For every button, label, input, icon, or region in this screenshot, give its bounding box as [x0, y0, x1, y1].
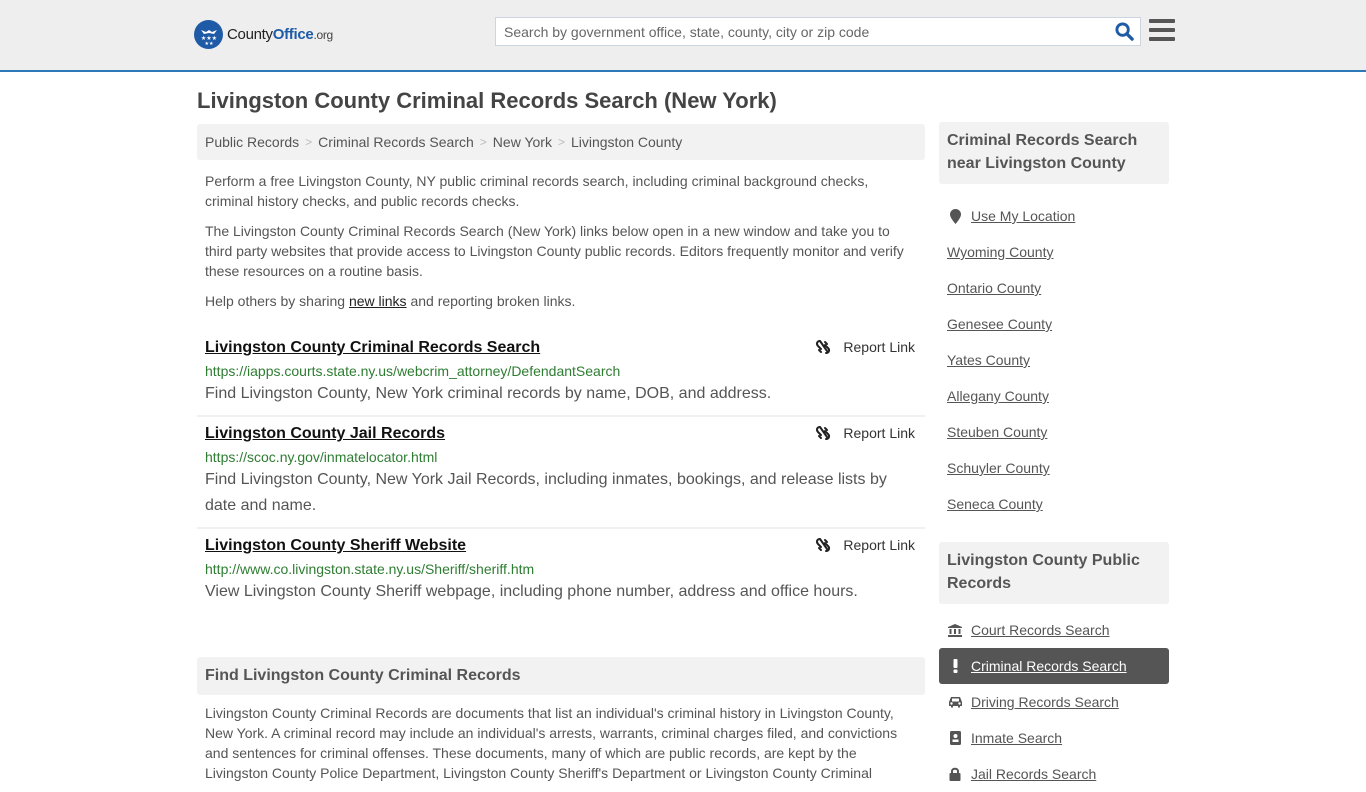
eagle-stars-icon: ★★★ ★★ — [194, 20, 223, 49]
nearby-county-item: Steuben County — [939, 414, 1169, 450]
sidebar-item-driving-records[interactable]: Driving Records Search — [939, 684, 1169, 720]
sidebar: Criminal Records Search near Livingston … — [939, 122, 1169, 792]
find-records-body: Livingston County Criminal Records are d… — [205, 705, 898, 781]
search-button[interactable] — [1108, 18, 1140, 45]
sidebar-item-jail-records[interactable]: Jail Records Search — [939, 756, 1169, 792]
county-link[interactable]: Schuyler County — [947, 460, 1050, 476]
site-logo[interactable]: ★★★ ★★ CountyOffice.org — [194, 20, 333, 49]
county-link[interactable]: Ontario County — [947, 280, 1041, 296]
page-title: Livingston County Criminal Records Searc… — [197, 88, 777, 113]
car-icon — [947, 696, 963, 708]
menu-bar — [1149, 19, 1175, 23]
nearby-heading: Criminal Records Search near Livingston … — [939, 122, 1169, 184]
intro-section: Perform a free Livingston County, NY pub… — [197, 171, 925, 311]
breadcrumb-livingston-county[interactable]: Livingston County — [571, 134, 682, 150]
map-marker-icon — [947, 208, 963, 224]
id-badge-icon — [947, 731, 963, 745]
nearby-county-list: Use My Location Wyoming County Ontario C… — [939, 198, 1169, 522]
resource-link-description: Find Livingston County, New York Jail Re… — [205, 471, 887, 514]
report-link-button[interactable]: Report Link — [815, 339, 915, 355]
sidebar-link[interactable]: Criminal Records Search — [971, 658, 1127, 674]
search-bar — [495, 17, 1141, 46]
menu-bar — [1149, 28, 1175, 32]
find-records-heading: Find Livingston County Criminal Records — [197, 657, 925, 695]
use-my-location-item: Use My Location — [939, 198, 1169, 234]
breadcrumb: Public Records > Criminal Records Search… — [197, 124, 925, 160]
nearby-county-item: Schuyler County — [939, 450, 1169, 486]
nearby-county-item: Ontario County — [939, 270, 1169, 306]
svg-text:★★: ★★ — [204, 41, 213, 46]
breadcrumb-new-york[interactable]: New York — [493, 134, 552, 150]
list-item: Livingston County Jail Records https://s… — [197, 417, 925, 529]
list-item: Livingston County Criminal Records Searc… — [197, 331, 925, 417]
resource-link-description: View Livingston County Sheriff webpage, … — [205, 583, 858, 600]
resource-link-title[interactable]: Livingston County Criminal Records Searc… — [205, 337, 540, 359]
new-links-link[interactable]: new links — [349, 293, 407, 309]
sidebar-item-court-records[interactable]: Court Records Search — [939, 612, 1169, 648]
nearby-county-item: Seneca County — [939, 486, 1169, 522]
bank-icon — [947, 623, 963, 637]
sidebar-link[interactable]: Court Records Search — [971, 622, 1110, 638]
county-link[interactable]: Genesee County — [947, 316, 1052, 332]
resource-link-title[interactable]: Livingston County Jail Records — [205, 423, 445, 445]
sidebar-link[interactable]: Inmate Search — [971, 730, 1062, 746]
public-records-list: Court Records Search Criminal Records Se… — [939, 612, 1169, 792]
public-records-heading: Livingston County Public Records — [939, 542, 1169, 604]
lock-icon — [947, 767, 963, 781]
county-link[interactable]: Seneca County — [947, 496, 1043, 512]
breadcrumb-criminal-records-search[interactable]: Criminal Records Search — [318, 134, 474, 150]
public-records-section: Livingston County Public Records Court R… — [939, 542, 1169, 792]
resource-link-description: Find Livingston County, New York crimina… — [205, 385, 772, 402]
report-link-button[interactable]: Report Link — [815, 537, 915, 553]
sidebar-item-inmate-search[interactable]: Inmate Search — [939, 720, 1169, 756]
list-item: Livingston County Sheriff Website http:/… — [197, 529, 925, 613]
main-content: Public Records > Criminal Records Search… — [197, 124, 925, 783]
broken-link-icon — [816, 426, 831, 440]
breadcrumb-separator: > — [479, 135, 487, 149]
use-my-location-link[interactable]: Use My Location — [971, 208, 1075, 224]
sidebar-link[interactable]: Driving Records Search — [971, 694, 1119, 710]
resource-link-url: http://www.co.livingston.state.ny.us/She… — [205, 561, 535, 577]
nearby-county-item: Yates County — [939, 342, 1169, 378]
intro-paragraph: The Livingston County Criminal Records S… — [205, 223, 904, 279]
county-link[interactable]: Allegany County — [947, 388, 1049, 404]
broken-link-icon — [816, 538, 831, 552]
resource-link-title[interactable]: Livingston County Sheriff Website — [205, 535, 466, 557]
menu-bar — [1149, 37, 1175, 41]
report-link-button[interactable]: Report Link — [815, 425, 915, 441]
share-links-paragraph: Help others by sharing new links and rep… — [205, 293, 576, 309]
breadcrumb-separator: > — [557, 135, 565, 149]
site-header: ★★★ ★★ CountyOffice.org — [0, 0, 1366, 72]
breadcrumb-separator: > — [305, 135, 313, 149]
county-link[interactable]: Wyoming County — [947, 244, 1053, 260]
nearby-county-item: Genesee County — [939, 306, 1169, 342]
search-icon — [1114, 22, 1134, 41]
nearby-county-item: Allegany County — [939, 378, 1169, 414]
sidebar-link[interactable]: Jail Records Search — [971, 766, 1096, 782]
nearby-county-item: Wyoming County — [939, 234, 1169, 270]
search-input[interactable] — [496, 23, 1108, 40]
breadcrumb-public-records[interactable]: Public Records — [205, 134, 299, 150]
hamburger-menu-button[interactable] — [1149, 19, 1175, 43]
county-link[interactable]: Yates County — [947, 352, 1030, 368]
exclamation-icon — [947, 659, 963, 673]
resource-link-url: https://scoc.ny.gov/inmatelocator.html — [205, 449, 438, 465]
resource-link-url: https://iapps.courts.state.ny.us/webcrim… — [205, 363, 621, 379]
county-link[interactable]: Steuben County — [947, 424, 1047, 440]
resource-links-list: Livingston County Criminal Records Searc… — [197, 331, 925, 613]
logo-text: CountyOffice.org — [227, 26, 333, 43]
broken-link-icon — [816, 340, 831, 354]
sidebar-item-criminal-records[interactable]: Criminal Records Search — [939, 648, 1169, 684]
intro-paragraph: Perform a free Livingston County, NY pub… — [205, 173, 869, 209]
